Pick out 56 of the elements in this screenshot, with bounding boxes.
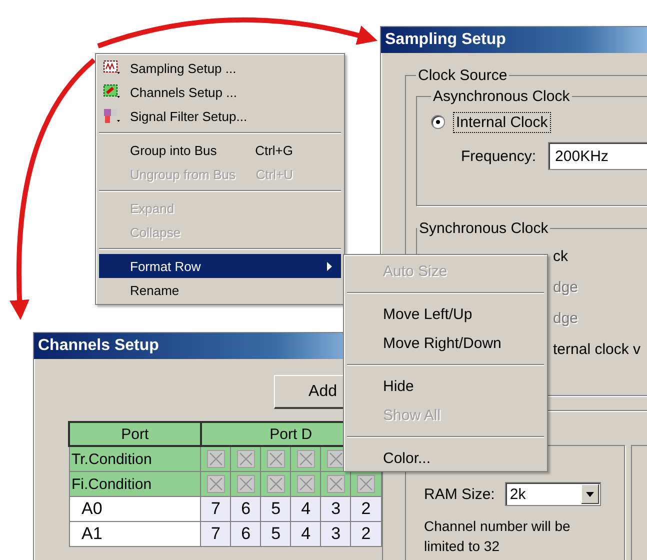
- checkbox[interactable]: [206, 475, 225, 493]
- menu-item[interactable]: Color...: [347, 444, 544, 473]
- filter-icon: [103, 108, 123, 124]
- menu-item[interactable]: Signal Filter Setup...: [99, 104, 341, 128]
- field-label: RAM Size:: [424, 486, 495, 502]
- note-text: Channel number will be limited to 32: [424, 517, 572, 556]
- table-cell: 4: [290, 496, 321, 522]
- row-label: Tr.Condition: [69, 446, 201, 472]
- table-cell: 6: [230, 496, 261, 522]
- option-label: ternal clock v: [553, 341, 641, 358]
- dropdown-arrow-icon: [586, 492, 594, 496]
- checkbox[interactable]: [326, 475, 345, 493]
- table-cell: 4: [290, 522, 321, 546]
- checkbox[interactable]: [266, 475, 285, 493]
- checkbox[interactable]: [236, 475, 255, 493]
- menu-item[interactable]: Rename: [99, 278, 341, 302]
- radio-label: Internal Clock: [453, 112, 551, 132]
- checkbox[interactable]: [356, 475, 375, 493]
- menu-item[interactable]: Group into Bus Ctrl+G: [99, 138, 341, 162]
- column-header: Port: [69, 422, 201, 446]
- table-cell: 7: [200, 496, 231, 522]
- table-cell: A0: [69, 496, 201, 522]
- menu-item[interactable]: Hide: [347, 372, 544, 401]
- table-cell: 5: [260, 522, 291, 546]
- checkbox[interactable]: [236, 450, 255, 468]
- table-cell: 3: [320, 496, 351, 522]
- window-title: Sampling Setup: [381, 27, 647, 53]
- checkbox[interactable]: [206, 450, 225, 468]
- menu-item[interactable]: Format Row: [99, 254, 341, 278]
- checkbox[interactable]: [266, 450, 285, 468]
- waveform-chart-icon: [103, 60, 123, 76]
- menu-item[interactable]: Move Left/Up: [347, 300, 544, 329]
- ram-size-dropdown[interactable]: 2k: [504, 482, 601, 506]
- table-cell: 3: [320, 522, 351, 546]
- field-label: Frequency:: [461, 148, 536, 164]
- frequency-field[interactable]: 200KHz: [548, 142, 647, 170]
- option-label: dge: [553, 279, 578, 296]
- radio-button[interactable]: [431, 115, 445, 129]
- table-cell: 6: [230, 522, 261, 546]
- menu-item[interactable]: Sampling Setup ...: [99, 56, 341, 80]
- table-cell: 7: [200, 522, 231, 546]
- group-label: Clock Source: [417, 67, 508, 84]
- group-label: Asynchronous Clock: [432, 88, 571, 105]
- table-cell: A1: [69, 522, 201, 546]
- checkbox[interactable]: [296, 450, 315, 468]
- checkbox[interactable]: [326, 450, 345, 468]
- menu-item[interactable]: Channels Setup ...: [99, 80, 341, 104]
- option-label: ck: [553, 248, 568, 265]
- group-label: Synchronous Clock: [418, 220, 550, 237]
- row-label: Fi.Condition: [69, 472, 201, 496]
- table-cell: 2: [350, 496, 381, 522]
- table-cell: 2: [350, 522, 381, 546]
- checkbox[interactable]: [296, 475, 315, 493]
- option-label: dge: [553, 310, 578, 327]
- channels-grid-icon: [103, 84, 123, 100]
- table-cell: 5: [260, 496, 291, 522]
